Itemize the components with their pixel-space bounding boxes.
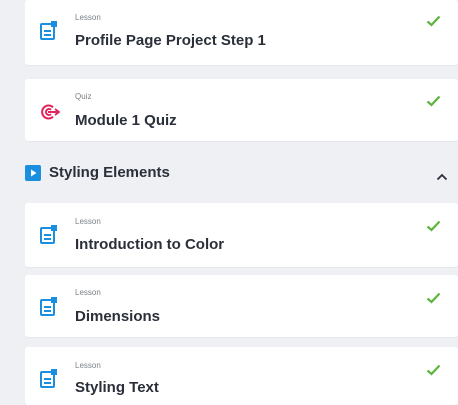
lesson-item-dimensions[interactable]: Lesson Dimensions [25, 275, 458, 337]
play-icon [25, 165, 41, 186]
item-title: Module 1 Quiz [75, 112, 177, 129]
lesson-doc-icon [40, 297, 58, 322]
section-header-styling-elements[interactable]: Styling Elements [0, 152, 458, 192]
lesson-doc-icon [40, 225, 58, 250]
completed-check-icon [426, 219, 441, 237]
lesson-item-introduction-to-color[interactable]: Lesson Introduction to Color [25, 203, 458, 267]
lesson-item-profile-page-step-1[interactable]: Lesson Profile Page Project Step 1 [25, 0, 458, 65]
chevron-up-icon[interactable] [436, 168, 448, 186]
item-title: Profile Page Project Step 1 [75, 32, 266, 49]
quiz-item-module-1[interactable]: Quiz Module 1 Quiz [25, 79, 458, 141]
completed-check-icon [426, 14, 441, 32]
item-title: Dimensions [75, 308, 161, 325]
completed-check-icon [426, 291, 441, 309]
item-type-label: Lesson [75, 217, 101, 226]
completed-check-icon [426, 94, 441, 112]
curriculum-list: Lesson Profile Page Project Step 1 Quiz … [0, 0, 458, 405]
item-title: Introduction to Color [75, 236, 225, 253]
quiz-target-icon [40, 103, 61, 126]
item-type-label: Quiz [75, 92, 92, 101]
lesson-doc-icon [40, 21, 58, 46]
item-type-label: Lesson [75, 288, 101, 297]
item-type-label: Lesson [75, 361, 101, 370]
item-title: Styling Text [75, 379, 159, 396]
completed-check-icon [426, 363, 441, 381]
section-title: Styling Elements [49, 164, 170, 181]
lesson-item-styling-text[interactable]: Lesson Styling Text [25, 347, 458, 405]
item-type-label: Lesson [75, 13, 101, 22]
lesson-doc-icon [40, 369, 58, 394]
